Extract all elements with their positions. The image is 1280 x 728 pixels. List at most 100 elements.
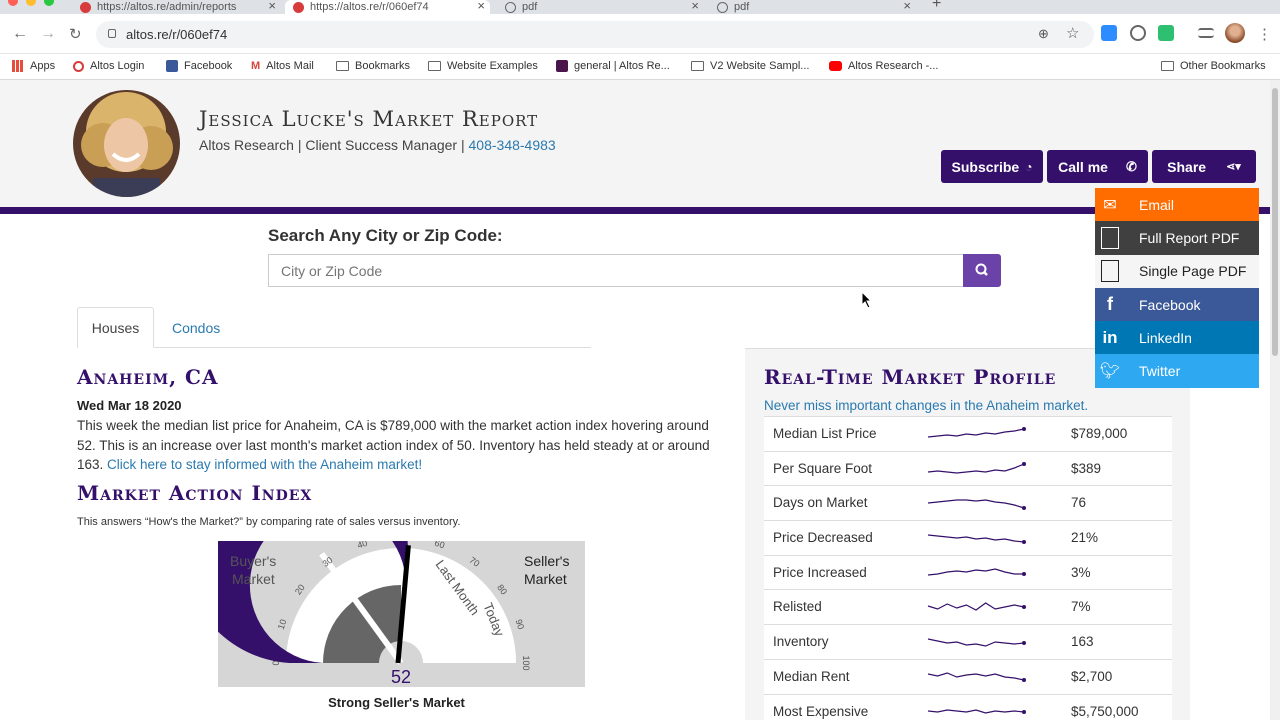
profile-row: Price Increased3% [764,555,1172,590]
subscribe-button[interactable]: Subscribe◔ [941,150,1043,183]
extension-icon[interactable] [1158,25,1174,41]
bookmark-folder[interactable]: V2 Website Sampl... [691,60,809,72]
bookmark-item[interactable]: M Altos Mail [251,60,314,72]
browser-tab[interactable]: https://altos.re/admin/reports × [80,0,276,14]
mouse-cursor-icon [861,291,873,309]
call-me-button[interactable]: Call me✆ [1047,150,1148,183]
back-arrow-icon[interactable]: ← [12,25,28,43]
search-icon [963,254,1001,287]
browser-tab-active[interactable]: https://altos.re/r/060ef74 × [285,0,490,14]
omnibox[interactable]: altos.re/r/060ef74 ⊕ ☆ [96,21,1094,48]
bookmark-item[interactable]: Altos Research -... [829,60,938,72]
market-action-gauge: 0102030405060708090100 Buyer'sMarket Sel… [218,541,585,687]
city-zip-search-input[interactable] [268,254,964,287]
folder-icon [1161,61,1174,71]
share-twitter-item[interactable]: 🐦︎Twitter [1095,354,1259,387]
profile-row-value: 7% [1071,599,1091,614]
agent-photo [73,90,180,197]
rss-icon: ◔ [1025,160,1032,174]
tab-condos[interactable]: Condos [172,307,220,348]
browser-menu-icon[interactable]: ⋮ [1257,25,1272,43]
share-full-pdf-item[interactable]: Full Report PDF [1095,221,1259,254]
profile-row-value: $5,750,000 [1071,704,1139,719]
profile-row-value: $2,700 [1071,669,1112,684]
bookmark-label: Website Examples [447,60,538,72]
folder-icon [691,61,704,71]
gauge-caption: Strong Seller's Market [218,695,575,710]
bookmark-folder[interactable]: Website Examples [428,60,538,72]
gauge-tick-label: 90 [514,618,527,631]
agent-phone-link[interactable]: 408-348-4983 [469,137,556,153]
reading-list-icon[interactable] [1198,28,1214,38]
sparkline-icon [926,562,1028,584]
bookmark-label: Facebook [184,60,232,72]
mai-value: 52 [391,667,411,687]
share-single-pdf-item[interactable]: Single Page PDF [1095,255,1259,288]
profile-row-label: Price Increased [773,565,867,580]
minimize-window-dot[interactable] [26,0,36,6]
altos-favicon-icon [80,2,91,13]
close-tab-icon[interactable]: × [691,0,699,13]
close-tab-icon[interactable]: × [268,0,276,13]
share-email-item[interactable]: ✉ Email [1095,188,1259,221]
profile-link[interactable]: Never miss important changes in the Anah… [764,398,1088,413]
address-bar-row: ← → ↻ altos.re/r/060ef74 ⊕ ☆ ⋮ [0,14,1280,54]
sparkline-icon [926,423,1028,445]
browser-tab-title: pdf [734,1,749,13]
tab-houses[interactable]: Houses [77,307,154,348]
search-button[interactable] [963,254,1001,287]
profile-table: Median List Price$789,000Per Square Foot… [764,416,1172,728]
gmail-icon: M [251,60,260,72]
close-tab-icon[interactable]: × [903,0,911,13]
bookmark-item[interactable]: Facebook [166,60,232,72]
close-window-dot[interactable] [8,0,18,6]
phone-icon: ✆ [1126,159,1137,175]
bookmark-apps[interactable]: Apps [12,60,55,72]
bookmark-item[interactable]: Altos Login [73,60,144,72]
altos-icon [73,61,84,72]
close-tab-icon[interactable]: × [477,0,485,13]
zoom-extension-icon[interactable] [1101,25,1117,41]
pdf-icon [1101,260,1119,282]
envelope-icon: ✉ [1095,188,1125,221]
share-button[interactable]: Share⋖▾ [1152,150,1256,183]
profile-row-label: Per Square Foot [773,461,872,476]
bookmark-folder[interactable]: Other Bookmarks [1161,60,1266,72]
bookmark-folder[interactable]: Bookmarks [336,60,410,72]
profile-avatar[interactable] [1225,23,1245,43]
profile-row: Most Expensive$5,750,000 [764,694,1172,728]
share-linkedin-item[interactable]: inLinkedIn [1095,321,1259,354]
bookmark-label: Altos Mail [266,60,314,72]
profile-row-label: Days on Market [773,495,868,510]
sellers-market-label: Seller'sMarket [524,553,569,587]
url-text[interactable]: altos.re/r/060ef74 [126,27,227,42]
new-tab-button[interactable]: + [932,0,941,11]
share-full-pdf-label: Full Report PDF [1139,230,1239,246]
twitter-icon: 🐦︎ [1095,354,1125,387]
report-subtitle: Altos Research | Client Success Manager … [199,137,556,153]
zoom-icon[interactable]: ⊕ [1038,26,1049,42]
share-single-pdf-label: Single Page PDF [1139,263,1246,279]
star-bookmark-icon[interactable]: ☆ [1066,24,1079,42]
share-email-label: Email [1139,197,1174,213]
browser-tab[interactable]: pdf × [505,0,699,14]
maximize-window-dot[interactable] [44,0,54,6]
slack-icon [556,60,568,72]
reload-icon[interactable]: ↻ [69,25,82,43]
profile-row: Per Square Foot$389 [764,451,1172,486]
extension-icon[interactable] [1130,25,1146,41]
sparkline-icon [926,492,1028,514]
globe-icon [717,2,728,13]
profile-row-label: Median Rent [773,669,850,684]
page-scrollbar[interactable] [1270,80,1280,720]
share-facebook-item[interactable]: fFacebook [1095,288,1259,321]
profile-row: Days on Market76 [764,485,1172,520]
forward-arrow-icon[interactable]: → [40,25,56,43]
scrollbar-thumb[interactable] [1272,88,1278,356]
profile-row-label: Relisted [773,599,822,614]
browser-tab[interactable]: pdf × [717,0,911,14]
stay-informed-link[interactable]: Click here to stay informed with the Ana… [107,457,422,472]
gauge-tick-label: 80 [495,583,509,597]
gauge-tick-label: 60 [433,541,446,550]
bookmark-item[interactable]: general | Altos Re... [556,60,670,72]
